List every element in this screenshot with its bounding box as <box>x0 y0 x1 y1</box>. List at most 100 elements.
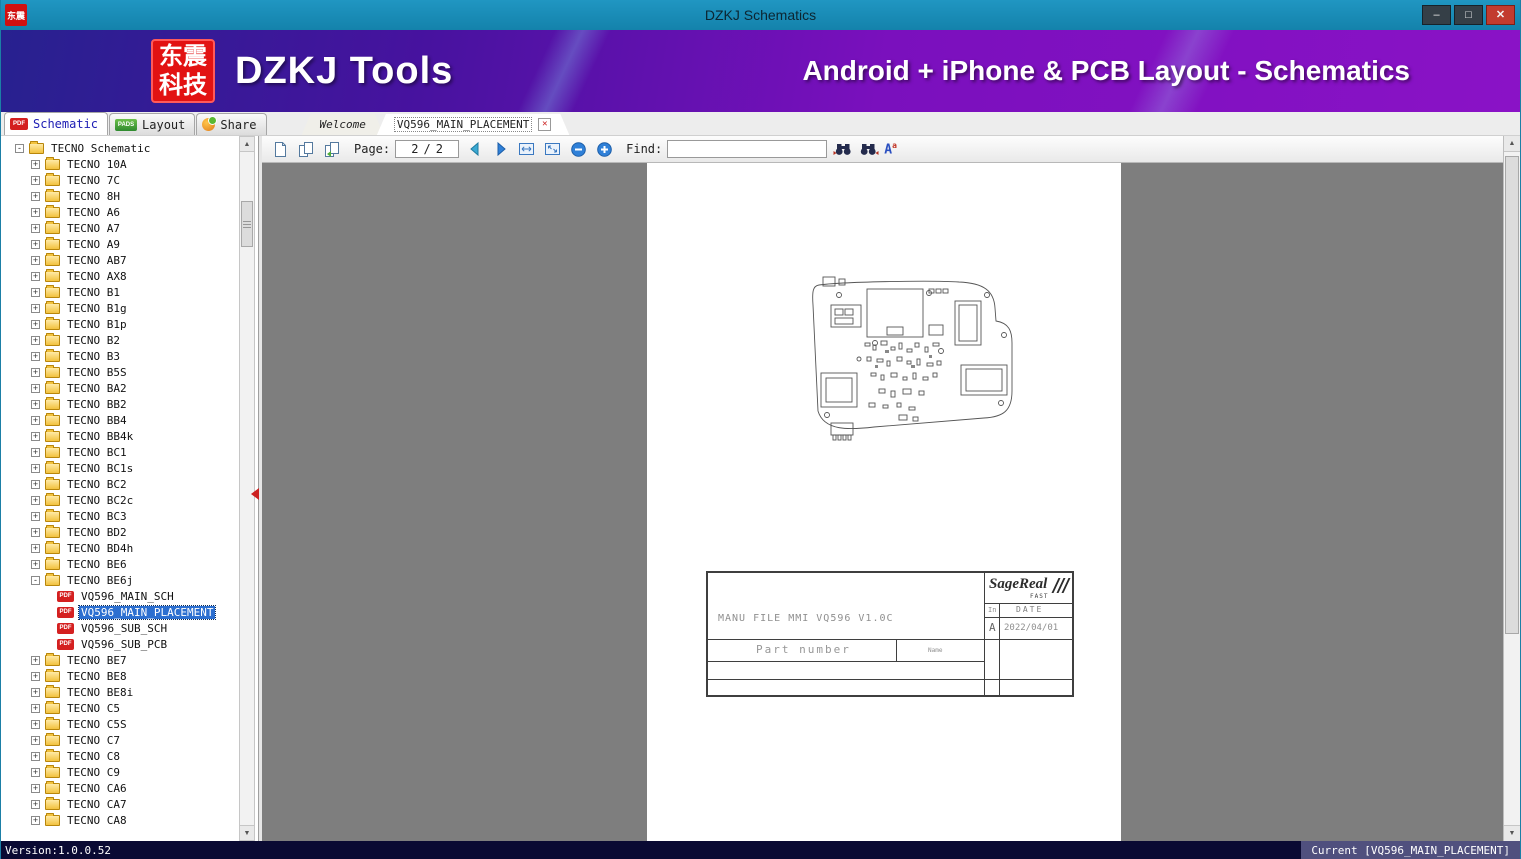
expand-toggle-icon[interactable]: + <box>31 751 40 761</box>
expand-toggle-icon[interactable]: + <box>31 287 40 297</box>
doc-tab-welcome[interactable]: Welcome <box>302 114 384 135</box>
page-number-input[interactable]: 2 / 2 <box>395 140 460 158</box>
tree-item-folder[interactable]: + TECNO BC2 <box>1 476 236 492</box>
expand-toggle-icon[interactable]: + <box>31 767 40 777</box>
tree-item-folder[interactable]: - TECNO BE6j <box>1 572 236 588</box>
expand-toggle-icon[interactable]: + <box>31 559 40 569</box>
close-button[interactable]: ✕ <box>1486 5 1515 25</box>
tree-item-pdf[interactable]: PDF VQ596_MAIN_SCH <box>1 588 236 604</box>
expand-toggle-icon[interactable]: + <box>31 319 40 329</box>
tree-item-folder[interactable]: + TECNO B3 <box>1 348 236 364</box>
multi-page-icon[interactable] <box>322 139 343 160</box>
tree-item-folder[interactable]: + TECNO B1p <box>1 316 236 332</box>
tab-share[interactable]: Share <box>196 113 267 135</box>
expand-toggle-icon[interactable]: + <box>31 495 40 505</box>
close-tab-icon[interactable]: ✕ <box>538 118 551 131</box>
find-next-icon[interactable] <box>858 139 879 160</box>
tree-item-folder[interactable]: + TECNO CA6 <box>1 780 236 796</box>
tree-item-folder[interactable]: + TECNO BB4k <box>1 428 236 444</box>
tree-item-folder[interactable]: + TECNO BE8 <box>1 668 236 684</box>
expand-toggle-icon[interactable]: + <box>31 543 40 553</box>
zoom-in-icon[interactable] <box>594 139 615 160</box>
fit-page-icon[interactable] <box>542 139 563 160</box>
tree-item-folder[interactable]: + TECNO BE6 <box>1 556 236 572</box>
tree-item-folder[interactable]: + TECNO BC3 <box>1 508 236 524</box>
expand-toggle-icon[interactable]: + <box>31 463 40 473</box>
tree-item-folder[interactable]: - TECNO Schematic <box>1 140 236 156</box>
tree-item-folder[interactable]: + TECNO BA2 <box>1 380 236 396</box>
tree-item-folder[interactable]: + TECNO CA7 <box>1 796 236 812</box>
viewer-scrollbar[interactable]: ▲ ▼ <box>1503 136 1520 841</box>
expand-toggle-icon[interactable]: + <box>31 799 40 809</box>
expand-toggle-icon[interactable]: + <box>31 479 40 489</box>
expand-toggle-icon[interactable]: + <box>31 511 40 521</box>
tab-schematic[interactable]: PDF Schematic <box>4 112 109 135</box>
tree-item-folder[interactable]: + TECNO B2 <box>1 332 236 348</box>
tree-item-folder[interactable]: + TECNO BB4 <box>1 412 236 428</box>
expand-toggle-icon[interactable]: + <box>31 719 40 729</box>
tree-item-folder[interactable]: + TECNO 7C <box>1 172 236 188</box>
tree-item-folder[interactable]: + TECNO A6 <box>1 204 236 220</box>
expand-toggle-icon[interactable]: + <box>31 223 40 233</box>
find-previous-icon[interactable] <box>832 139 853 160</box>
tab-layout[interactable]: PADS Layout <box>109 113 196 135</box>
doc-tab-vq596-main-placement[interactable]: VQ596_MAIN_PLACEMENT ✕ <box>377 114 569 135</box>
minimize-button[interactable]: – <box>1422 5 1451 25</box>
pdf-viewer[interactable]: MANU FILE MMI VQ596 V1.0C SageReal FAST … <box>262 163 1503 841</box>
tree-item-folder[interactable]: + TECNO AB7 <box>1 252 236 268</box>
expand-toggle-icon[interactable]: + <box>31 335 40 345</box>
expand-toggle-icon[interactable]: + <box>31 655 40 665</box>
tree-item-folder[interactable]: + TECNO BC1s <box>1 460 236 476</box>
tree-item-folder[interactable]: + TECNO C5 <box>1 700 236 716</box>
expand-toggle-icon[interactable]: + <box>31 815 40 825</box>
tree-item-folder[interactable]: + TECNO B1 <box>1 284 236 300</box>
tree-item-folder[interactable]: + TECNO BD2 <box>1 524 236 540</box>
expand-toggle-icon[interactable]: + <box>31 703 40 713</box>
tree-item-folder[interactable]: + TECNO BC1 <box>1 444 236 460</box>
expand-toggle-icon[interactable]: + <box>31 671 40 681</box>
tree-item-folder[interactable]: + TECNO AX8 <box>1 268 236 284</box>
viewer-scroll-up-icon[interactable]: ▲ <box>1504 136 1520 152</box>
viewer-scrollbar-thumb[interactable] <box>1505 156 1519 634</box>
expand-toggle-icon[interactable]: + <box>31 399 40 409</box>
find-input[interactable] <box>667 140 828 158</box>
collapse-toggle-icon[interactable]: - <box>31 575 40 585</box>
tree-item-folder[interactable]: + TECNO BE8i <box>1 684 236 700</box>
next-page-icon[interactable] <box>490 139 511 160</box>
match-case-icon[interactable]: Aa <box>884 141 897 157</box>
tree-item-folder[interactable]: + TECNO 8H <box>1 188 236 204</box>
expand-toggle-icon[interactable]: + <box>31 159 40 169</box>
facing-pages-icon[interactable] <box>296 139 317 160</box>
expand-toggle-icon[interactable]: + <box>31 207 40 217</box>
tree-item-folder[interactable]: + TECNO CA8 <box>1 812 236 828</box>
expand-toggle-icon[interactable]: + <box>31 527 40 537</box>
scroll-down-icon[interactable]: ▼ <box>240 825 254 840</box>
previous-page-icon[interactable] <box>464 139 485 160</box>
expand-toggle-icon[interactable]: + <box>31 191 40 201</box>
expand-toggle-icon[interactable]: + <box>31 383 40 393</box>
fit-width-icon[interactable] <box>516 139 537 160</box>
expand-toggle-icon[interactable]: + <box>31 271 40 281</box>
tree-item-folder[interactable]: + TECNO 10A <box>1 156 236 172</box>
expand-toggle-icon[interactable]: + <box>31 175 40 185</box>
tree-item-folder[interactable]: + TECNO A7 <box>1 220 236 236</box>
tree-item-pdf[interactable]: PDF VQ596_MAIN_PLACEMENT <box>1 604 236 620</box>
tree-item-folder[interactable]: + TECNO C7 <box>1 732 236 748</box>
collapse-toggle-icon[interactable]: - <box>15 143 24 153</box>
tree-item-folder[interactable]: + TECNO C8 <box>1 748 236 764</box>
tree-item-folder[interactable]: + TECNO BC2c <box>1 492 236 508</box>
expand-toggle-icon[interactable]: + <box>31 239 40 249</box>
tree-item-folder[interactable]: + TECNO A9 <box>1 236 236 252</box>
scroll-up-icon[interactable]: ▲ <box>240 137 254 152</box>
expand-toggle-icon[interactable]: + <box>31 783 40 793</box>
expand-toggle-icon[interactable]: + <box>31 735 40 745</box>
expand-toggle-icon[interactable]: + <box>31 255 40 265</box>
tree-item-folder[interactable]: + TECNO BB2 <box>1 396 236 412</box>
tree-item-folder[interactable]: + TECNO B5S <box>1 364 236 380</box>
tree-item-folder[interactable]: + TECNO B1g <box>1 300 236 316</box>
viewer-scroll-down-icon[interactable]: ▼ <box>1504 825 1520 841</box>
tree-item-pdf[interactable]: PDF VQ596_SUB_PCB <box>1 636 236 652</box>
expand-toggle-icon[interactable]: + <box>31 367 40 377</box>
expand-toggle-icon[interactable]: + <box>31 303 40 313</box>
maximize-button[interactable]: □ <box>1454 5 1483 25</box>
